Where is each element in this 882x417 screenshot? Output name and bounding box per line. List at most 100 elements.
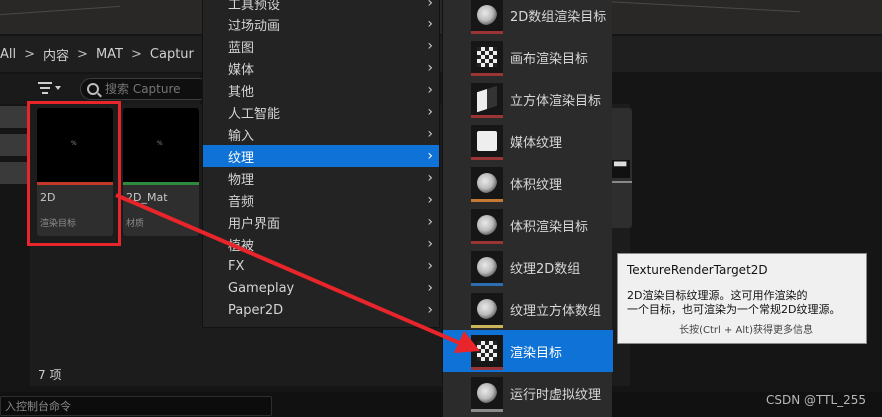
filter-icon[interactable] — [38, 80, 62, 98]
asset-type-bar — [471, 325, 503, 328]
asset-type-bar — [471, 283, 503, 286]
texture-submenu: 2D数组渲染目标 画布渲染目标 立方体渲染目标 媒体纹理 体积纹理 体积渲染目标… — [442, 0, 613, 417]
checker-icon — [471, 335, 503, 370]
menu-item-runtime-virtual-texture[interactable]: 运行时虚拟纹理 — [443, 372, 613, 414]
menu-item-gameplay[interactable]: Gameplay › — [203, 277, 439, 299]
breadcrumb-item-content[interactable]: 内容 — [35, 45, 77, 64]
menu-item-volume-texture[interactable]: 体积纹理 — [443, 162, 613, 204]
menu-item-2d-array-render-target[interactable]: 2D数组渲染目标 — [443, 0, 613, 36]
cube-icon — [471, 293, 503, 328]
asset-type-bar — [471, 73, 503, 76]
chevron-right-icon: › — [427, 170, 433, 186]
chevron-right-icon: › — [427, 126, 433, 142]
category-context-menu: 工具预设 › 过场动画 › 蓝图 › 媒体 › 其他 › 人工智能 › 输入 › 纹理 › 物理… — [202, 0, 440, 328]
tv-icon — [471, 125, 503, 160]
menu-item-canvas-render-target[interactable]: 画布渲染目标 — [443, 36, 613, 78]
chevron-right-icon: › — [427, 60, 433, 76]
cube-icon — [477, 215, 497, 235]
chevron-right-icon: › — [427, 0, 433, 11]
chevron-right-icon: › — [427, 302, 433, 318]
breadcrumb-separator: > — [131, 46, 142, 62]
menu-item-texture-2d-array[interactable]: 纹理2D数组 — [443, 246, 613, 288]
menu-item-render-target[interactable]: 渲染目标 — [443, 330, 613, 372]
asset-tile-2d-mat[interactable]: % 2D_Mat 材质 — [123, 108, 199, 236]
menu-item-blueprint[interactable]: 蓝图 › — [203, 35, 439, 57]
asset-name: 2D_Mat — [126, 191, 168, 204]
chevron-right-icon: › — [427, 236, 433, 252]
checker-icon — [477, 47, 497, 67]
tooltip: TextureRenderTarget2D 2D渲染目标纹理源。这可用作渲染的 … — [617, 253, 867, 344]
asset-type-bar — [471, 115, 503, 118]
menu-item-input[interactable]: 输入 › — [203, 123, 439, 145]
chevron-right-icon: › — [427, 148, 433, 164]
asset-thumbnail: % — [123, 108, 199, 182]
menu-item-cube-render-target[interactable]: 立方体渲染目标 — [443, 78, 613, 120]
menu-item-texture[interactable]: 纹理 › — [203, 145, 439, 167]
asset-type-bar — [471, 241, 503, 244]
breadcrumb-item-all[interactable]: All — [0, 47, 24, 62]
menu-item-fx[interactable]: FX › — [203, 255, 439, 277]
breadcrumb-item-capture[interactable]: Captur — [142, 47, 202, 62]
asset-type-bar — [471, 157, 503, 160]
asset-type-bar — [471, 409, 503, 412]
source-tab[interactable] — [0, 134, 30, 156]
tooltip-hint: 长按(Ctrl + Alt)获得更多信息 — [679, 325, 813, 336]
breadcrumb: All > 内容 > MAT > Captur — [0, 36, 882, 72]
cube-icon — [471, 0, 503, 34]
menu-item-media[interactable]: 媒体 › — [203, 57, 439, 79]
menu-item-paper2d[interactable]: Paper2D › — [203, 299, 439, 321]
chevron-right-icon: › — [427, 280, 433, 296]
breadcrumb-separator: > — [24, 46, 36, 62]
chevron-right-icon: › — [427, 214, 433, 230]
menu-item-ai[interactable]: 人工智能 › — [203, 101, 439, 123]
checker-cube-icon — [477, 85, 497, 113]
watermark: CSDN @TTL_255 — [766, 393, 867, 407]
source-tab[interactable] — [0, 106, 30, 128]
cube-icon — [471, 251, 503, 286]
asset-type-bar — [471, 367, 503, 370]
menu-item-texture-cube-array[interactable]: 纹理立方体数组 — [443, 288, 613, 330]
chevron-right-icon: › — [427, 258, 433, 274]
checker-icon — [471, 41, 503, 76]
cube-icon — [477, 383, 497, 403]
menu-item-volume-render-target[interactable]: 体积渲染目标 — [443, 204, 613, 246]
item-count: 7 项 — [38, 368, 62, 382]
asset-type: 材质 — [126, 219, 145, 229]
chevron-right-icon: › — [427, 16, 433, 32]
cube-icon — [471, 167, 503, 202]
source-tab[interactable] — [0, 162, 30, 184]
chevron-right-icon: › — [427, 104, 433, 120]
menu-item-cinematics[interactable]: 过场动画 › — [203, 13, 439, 35]
asset-type-bar — [471, 199, 503, 202]
search-icon — [87, 83, 99, 95]
menu-item-audio[interactable]: 音频 › — [203, 189, 439, 211]
menu-item-media-texture[interactable]: 媒体纹理 — [443, 120, 613, 162]
tooltip-title: TextureRenderTarget2D — [627, 263, 768, 277]
breadcrumb-separator: > — [77, 46, 88, 62]
cube-icon — [477, 5, 497, 25]
search-input[interactable] — [105, 82, 205, 96]
level-viewport-strip — [0, 0, 882, 34]
chevron-right-icon: › — [427, 82, 433, 98]
source-panel-tabs — [0, 106, 30, 190]
cube-icon — [471, 209, 503, 244]
search-field[interactable] — [80, 78, 210, 100]
tooltip-description: 2D渲染目标纹理源。这可用作渲染的 一个目标，也可渲染为一个常规2D纹理源。 — [627, 289, 841, 316]
menu-item-misc[interactable]: 其他 › — [203, 79, 439, 101]
breadcrumb-item-mat[interactable]: MAT — [88, 47, 131, 62]
tv-icon — [477, 131, 497, 151]
checker-cube-icon — [471, 83, 503, 118]
asset-type-bar — [471, 31, 503, 34]
cube-icon — [471, 377, 503, 412]
menu-item-tool-presets[interactable]: 工具预设 › — [203, 0, 439, 14]
menu-item-physics[interactable]: 物理 › — [203, 167, 439, 189]
cube-icon — [477, 299, 497, 319]
cube-icon — [477, 173, 497, 193]
checker-icon — [477, 341, 497, 361]
console-command-input[interactable]: 入控制台命令 — [0, 396, 272, 416]
menu-item-user-interface[interactable]: 用户界面 › — [203, 211, 439, 233]
cube-icon — [477, 257, 497, 277]
asset-type-bar — [612, 181, 632, 183]
menu-item-foliage[interactable]: 植被 › — [203, 233, 439, 255]
asset-thumbnail — [612, 160, 630, 178]
